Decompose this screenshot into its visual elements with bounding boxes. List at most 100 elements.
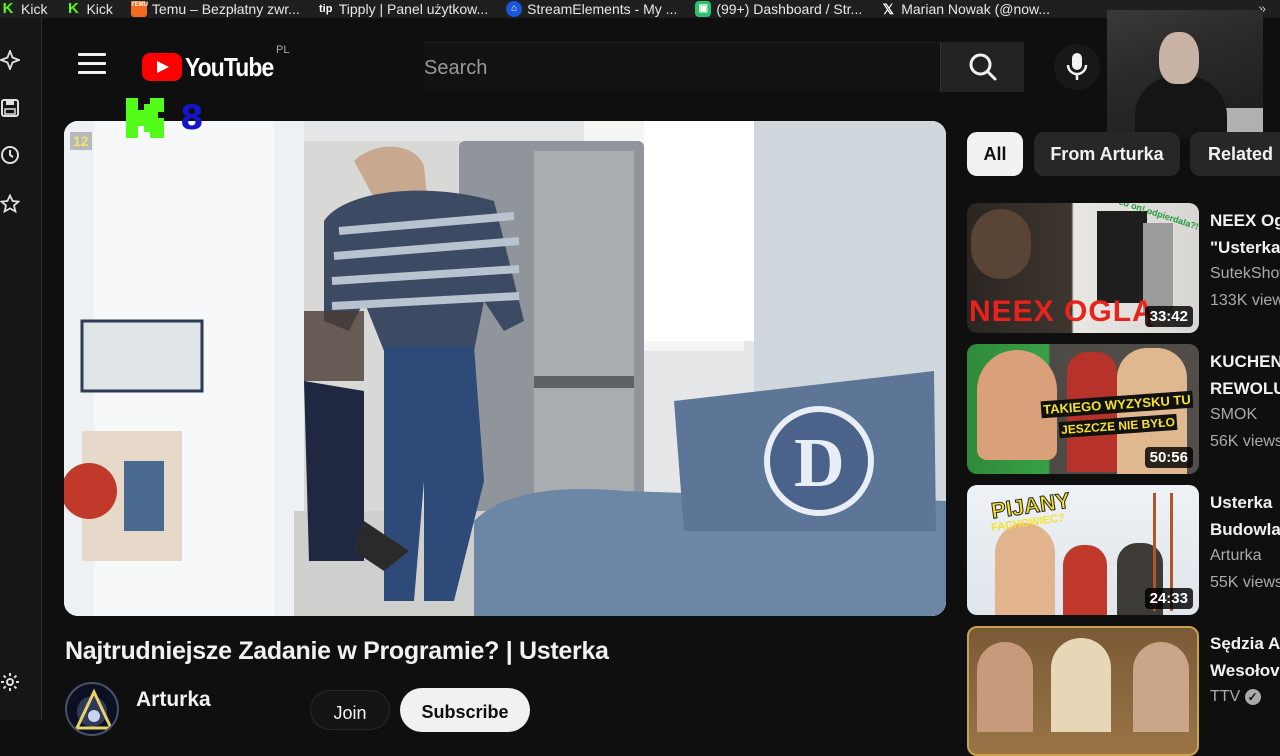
region-code: PL (276, 44, 290, 56)
save-disk-icon[interactable] (0, 98, 20, 118)
webcam-person-head (1159, 32, 1199, 84)
bookmark-label: Temu – Bezpłatny zwr... (151, 1, 300, 17)
search-input[interactable] (424, 53, 914, 83)
video-player[interactable]: D (64, 121, 946, 616)
bookmark-label: Kick (86, 1, 113, 17)
title-line: REWOLU (1210, 379, 1280, 398)
hamburger-line (78, 71, 106, 74)
title-line: KUCHEN (1210, 352, 1280, 371)
video-thumbnail: NEEX OGLĄ co on! odpierdala?! 33:42 (967, 203, 1199, 333)
twitch-icon: ▣ (695, 1, 712, 17)
browser-sidebar (0, 18, 42, 720)
thumbnail-caption: NEEX OGLĄ (969, 295, 1155, 328)
verified-check-icon: ✓ (1244, 689, 1261, 705)
bookmark-label: Tipply | Panel użytkow... (338, 1, 489, 17)
bookmark-kick-1[interactable]: K Kick (0, 0, 48, 18)
video-thumbnail: TAKIEGO WYZYSKU TU JESZCZE NIE BYŁO 50:5… (967, 344, 1199, 474)
recommendation-channel: SMOK (1210, 406, 1258, 423)
thumb-person (977, 642, 1033, 732)
title-line: Sędzia A (1210, 634, 1280, 653)
search-icon (969, 53, 996, 81)
thumb-figure (1063, 545, 1107, 615)
settings-gear-icon[interactable] (0, 672, 20, 692)
age-rating-badge: 12 (70, 132, 92, 150)
guide-menu-button[interactable] (78, 53, 106, 79)
favorites-star-icon[interactable] (0, 194, 20, 214)
recommendation-channel: SutekShow (1210, 265, 1280, 282)
title-line: Budowla (1210, 520, 1280, 539)
bookmark-label: StreamElements - My ... (527, 1, 678, 17)
recommendation-views: 133K views (1210, 292, 1280, 309)
recommendation-item[interactable]: TAKIEGO WYZYSKU TU JESZCZE NIE BYŁO 50:5… (967, 344, 1280, 474)
recommendation-title: KUCHEN REWOLU (1210, 348, 1280, 402)
title-line: NEEX Og (1210, 211, 1280, 230)
x-icon: 𝕏 (882, 1, 894, 17)
recommendation-item[interactable]: NEEX OGLĄ co on! odpierdala?! 33:42 NEEX… (967, 203, 1280, 333)
recommendation-title: Sędzia A Wesołov (1210, 630, 1280, 684)
bookmark-tipply[interactable]: tip Tipply | Panel użytkow... (318, 1, 488, 17)
voice-search-button[interactable] (1054, 44, 1100, 90)
kick-logo-icon (126, 98, 164, 138)
bookmark-label: (99+) Dashboard / Str... (716, 1, 863, 17)
recommendation-channel: TTV ✓ (1210, 688, 1261, 706)
title-line: "Usterka (1210, 238, 1280, 257)
channel-name[interactable]: Arturka (136, 688, 211, 712)
video-duration: 33:42 (1144, 306, 1193, 327)
sparkle-star-icon[interactable] (0, 50, 20, 70)
channel-label: TTV (1210, 688, 1241, 705)
video-duration: 50:56 (1144, 447, 1193, 468)
k8-number: 8 (180, 98, 204, 138)
thumb-figure (1097, 211, 1147, 303)
search-button[interactable] (940, 42, 1024, 92)
thumb-figure (1133, 642, 1189, 732)
video-title: Najtrudniejsze Zadanie w Programie? | Us… (65, 637, 609, 665)
recommendation-views: 56K views (1210, 433, 1280, 450)
thumb-person (971, 209, 1031, 279)
bookmark-label: Marian Nowak (@now... (901, 1, 1051, 17)
microphone-icon (1066, 53, 1088, 80)
kick-k8-overlay: 8 (124, 96, 214, 142)
title-line: Usterka (1210, 493, 1273, 512)
temu-icon: TEMU (130, 1, 148, 17)
join-button[interactable]: Join (310, 690, 390, 730)
video-thumbnail: PIJANY FACHOWIEC? 24:33 (967, 485, 1199, 615)
bookmark-twitch-dashboard[interactable]: ▣ (99+) Dashboard / Str... (695, 1, 862, 17)
bookmark-label: Kick (21, 1, 48, 17)
title-line: Wesołov (1210, 661, 1280, 680)
youtube-logo[interactable]: YouTube (142, 52, 285, 82)
thumb-figure (1051, 638, 1111, 732)
chip-related[interactable]: Related (1190, 132, 1280, 176)
channel-avatar[interactable] (65, 682, 119, 736)
recommendation-views: 55K views (1210, 574, 1280, 591)
bookmark-kick-2[interactable]: K Kick (65, 0, 113, 18)
kick-icon: K (2, 0, 14, 17)
avatar-logo-icon (74, 688, 114, 730)
recommendation-title: NEEX Og "Usterka (1210, 207, 1280, 261)
youtube-play-icon (142, 53, 182, 81)
chip-all[interactable]: All (967, 132, 1023, 176)
kick-icon: K (68, 0, 79, 17)
recommendation-item[interactable]: Sędzia A Wesołov TTV ✓ (967, 626, 1280, 756)
thumb-person (995, 523, 1055, 615)
svg-text:D: D (794, 425, 845, 502)
bookmarks-bar: K Kick K Kick TEMU Temu – Bezpłatny zwr.… (0, 0, 1280, 18)
history-clock-icon[interactable] (0, 145, 20, 165)
video-thumbnail (967, 626, 1199, 756)
video-duration: 24:33 (1144, 588, 1193, 609)
subscribe-button[interactable]: Subscribe (400, 688, 530, 732)
tipply-icon: tip (319, 3, 333, 15)
logo-text: YouTube (185, 51, 274, 82)
recommendation-channel: Arturka (1210, 547, 1262, 564)
chip-from-channel[interactable]: From Arturka (1034, 132, 1180, 176)
bookmark-streamelements[interactable]: ⌂ StreamElements - My ... (506, 1, 677, 17)
bookmark-temu[interactable]: TEMU Temu – Bezpłatny zwr... (130, 1, 300, 17)
streamelements-icon: ⌂ (506, 1, 523, 17)
video-frame: D (64, 121, 946, 616)
search-box (424, 42, 940, 92)
bookmark-x-profile[interactable]: 𝕏 Marian Nowak (@now... (880, 1, 1050, 17)
hamburger-icon (78, 53, 106, 56)
recommendation-title: Usterka Budowla (1210, 489, 1280, 543)
webcam-person-body (1135, 76, 1227, 138)
webcam-overlay (1107, 10, 1263, 138)
recommendation-item[interactable]: PIJANY FACHOWIEC? 24:33 Usterka Budowla A… (967, 485, 1280, 615)
